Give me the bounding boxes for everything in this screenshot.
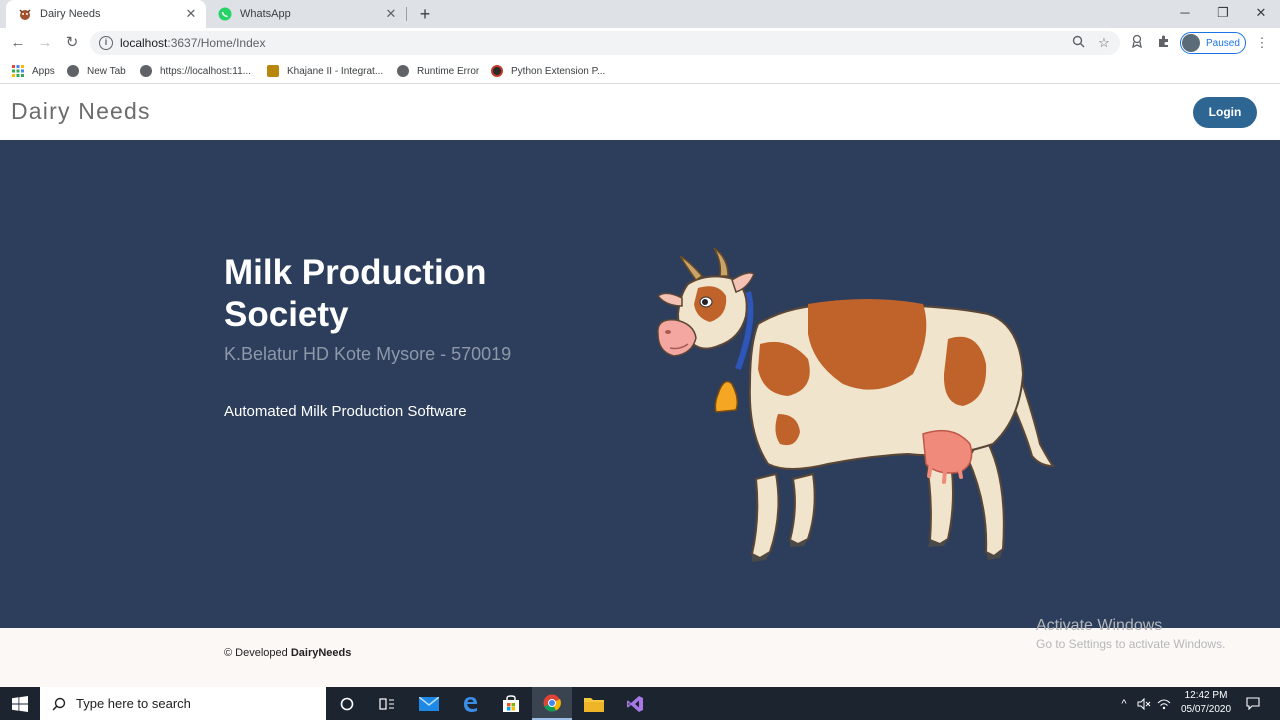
notification-icon[interactable] bbox=[1242, 687, 1264, 720]
activate-windows-watermark: Activate Windows Go to Settings to activ… bbox=[1036, 617, 1225, 651]
bookmark-label: Python Extension P... bbox=[511, 65, 606, 77]
site-footer: © Developed DairyNeeds Activate Windows … bbox=[0, 617, 1280, 688]
back-arrow-icon[interactable]: ← bbox=[8, 33, 28, 53]
bookmark-star-icon[interactable]: ☆ bbox=[1096, 35, 1112, 51]
extension-icon[interactable] bbox=[1128, 34, 1146, 52]
footer-credit: © Developed DairyNeeds bbox=[224, 647, 351, 659]
windows-logo-icon bbox=[12, 695, 28, 712]
url-path: :3637/Home/Index bbox=[167, 36, 266, 50]
browser-toolbar: ← → ↻ i localhost:3637/Home/Index ☆ Paus… bbox=[0, 28, 1280, 58]
edge-icon[interactable] bbox=[450, 687, 490, 720]
hero-section: Milk Production Society K.Belatur HD Kot… bbox=[0, 140, 1280, 628]
hero-address: K.Belatur HD Kote Mysore - 570019 bbox=[224, 344, 512, 364]
bookmark-label: Runtime Error bbox=[417, 65, 480, 77]
new-tab-button[interactable]: + bbox=[414, 3, 436, 25]
wifi-icon[interactable] bbox=[1155, 687, 1173, 720]
windows-taskbar: Type here to search ^ 12:42 PM 05/07/202… bbox=[0, 687, 1280, 720]
tab-title: Dairy Needs bbox=[40, 8, 101, 20]
close-tab-icon[interactable]: ✕ bbox=[382, 6, 400, 22]
activate-subtitle: Go to Settings to activate Windows. bbox=[1036, 637, 1226, 651]
minimize-button[interactable]: ─ bbox=[1166, 0, 1204, 28]
search-icon bbox=[52, 697, 66, 711]
mail-icon[interactable] bbox=[409, 687, 449, 720]
zoom-icon[interactable] bbox=[1070, 35, 1086, 51]
menu-kebab-icon[interactable]: ⋮ bbox=[1253, 34, 1271, 52]
apps-grid-icon bbox=[12, 65, 24, 77]
url-host: localhost bbox=[120, 36, 168, 50]
bookmark-apps[interactable]: Apps bbox=[12, 63, 55, 79]
profile-button[interactable]: Paused bbox=[1180, 32, 1246, 54]
show-hidden-icons-chevron-icon[interactable]: ^ bbox=[1116, 687, 1132, 720]
taskbar-search[interactable]: Type here to search bbox=[40, 687, 326, 720]
tab-separator bbox=[406, 7, 407, 21]
restore-button[interactable]: ❐ bbox=[1204, 0, 1242, 28]
volume-muted-icon[interactable] bbox=[1135, 687, 1153, 720]
tab-title: WhatsApp bbox=[240, 8, 291, 20]
login-button[interactable]: Login bbox=[1193, 97, 1257, 128]
bookmark-label: https://localhost:11... bbox=[160, 65, 251, 77]
store-icon[interactable] bbox=[491, 687, 531, 720]
bookmark-label: New Tab bbox=[87, 65, 126, 77]
file-explorer-icon[interactable] bbox=[574, 687, 614, 720]
hero-title: Milk Production Society bbox=[224, 253, 487, 334]
visual-studio-icon[interactable] bbox=[615, 687, 655, 720]
footer-brand: DairyNeeds bbox=[290, 647, 352, 659]
reload-icon[interactable]: ↻ bbox=[62, 33, 82, 53]
site-info-icon[interactable]: i bbox=[99, 36, 113, 50]
close-window-button[interactable]: ✕ bbox=[1242, 0, 1280, 28]
bookmark-label: Khajane II - Integrat... bbox=[287, 65, 384, 77]
activate-title: Activate Windows bbox=[1036, 617, 1163, 634]
whatsapp-icon bbox=[218, 7, 232, 21]
globe-icon bbox=[140, 65, 152, 77]
bookmark-localhost[interactable]: https://localhost:11... bbox=[140, 63, 251, 79]
cow-favicon-icon bbox=[18, 7, 32, 21]
task-view-icon[interactable] bbox=[367, 687, 407, 720]
bookmark-new-tab[interactable]: New Tab bbox=[67, 63, 126, 79]
bookmarks-bar: Apps New Tab https://localhost:11... Kha… bbox=[0, 58, 1280, 84]
tab-whatsapp[interactable]: WhatsApp ✕ bbox=[206, 0, 406, 28]
puzzle-extensions-icon[interactable] bbox=[1155, 34, 1173, 52]
taskbar-clock[interactable]: 12:42 PM 05/07/2020 bbox=[1172, 689, 1240, 717]
footer-prefix: © Developed bbox=[224, 647, 288, 659]
globe-icon bbox=[67, 65, 79, 77]
clock-time: 12:42 PM bbox=[1184, 690, 1228, 701]
cow-illustration bbox=[656, 247, 1055, 562]
forward-arrow-icon[interactable]: → bbox=[35, 33, 55, 53]
python-extension-icon bbox=[491, 65, 503, 77]
brand-logo-text[interactable]: Dairy Needs bbox=[11, 98, 151, 125]
clock-date: 05/07/2020 bbox=[1180, 704, 1232, 715]
bookmark-python-extension[interactable]: Python Extension P... bbox=[491, 63, 605, 79]
globe-icon bbox=[397, 65, 409, 77]
bookmark-label: Apps bbox=[32, 65, 55, 77]
avatar bbox=[1182, 34, 1200, 52]
emblem-icon bbox=[267, 65, 279, 77]
chrome-icon[interactable] bbox=[532, 687, 572, 720]
bookmark-khajane[interactable]: Khajane II - Integrat... bbox=[267, 63, 383, 79]
cortana-icon[interactable] bbox=[327, 687, 367, 720]
tab-dairy-needs[interactable]: Dairy Needs ✕ bbox=[6, 0, 206, 28]
start-button[interactable] bbox=[0, 687, 40, 720]
address-bar[interactable]: i localhost:3637/Home/Index ☆ bbox=[90, 31, 1120, 55]
close-tab-icon[interactable]: ✕ bbox=[182, 6, 200, 22]
search-placeholder: Type here to search bbox=[76, 696, 191, 711]
site-navbar: Dairy Needs Login bbox=[0, 85, 1280, 140]
bookmark-runtime-error[interactable]: Runtime Error bbox=[397, 63, 479, 79]
profile-status: Paused bbox=[1206, 37, 1240, 49]
hero-tagline: Automated Milk Production Software bbox=[224, 403, 467, 420]
tab-strip: Dairy Needs ✕ WhatsApp ✕ + ─ ❐ ✕ bbox=[0, 0, 1280, 28]
